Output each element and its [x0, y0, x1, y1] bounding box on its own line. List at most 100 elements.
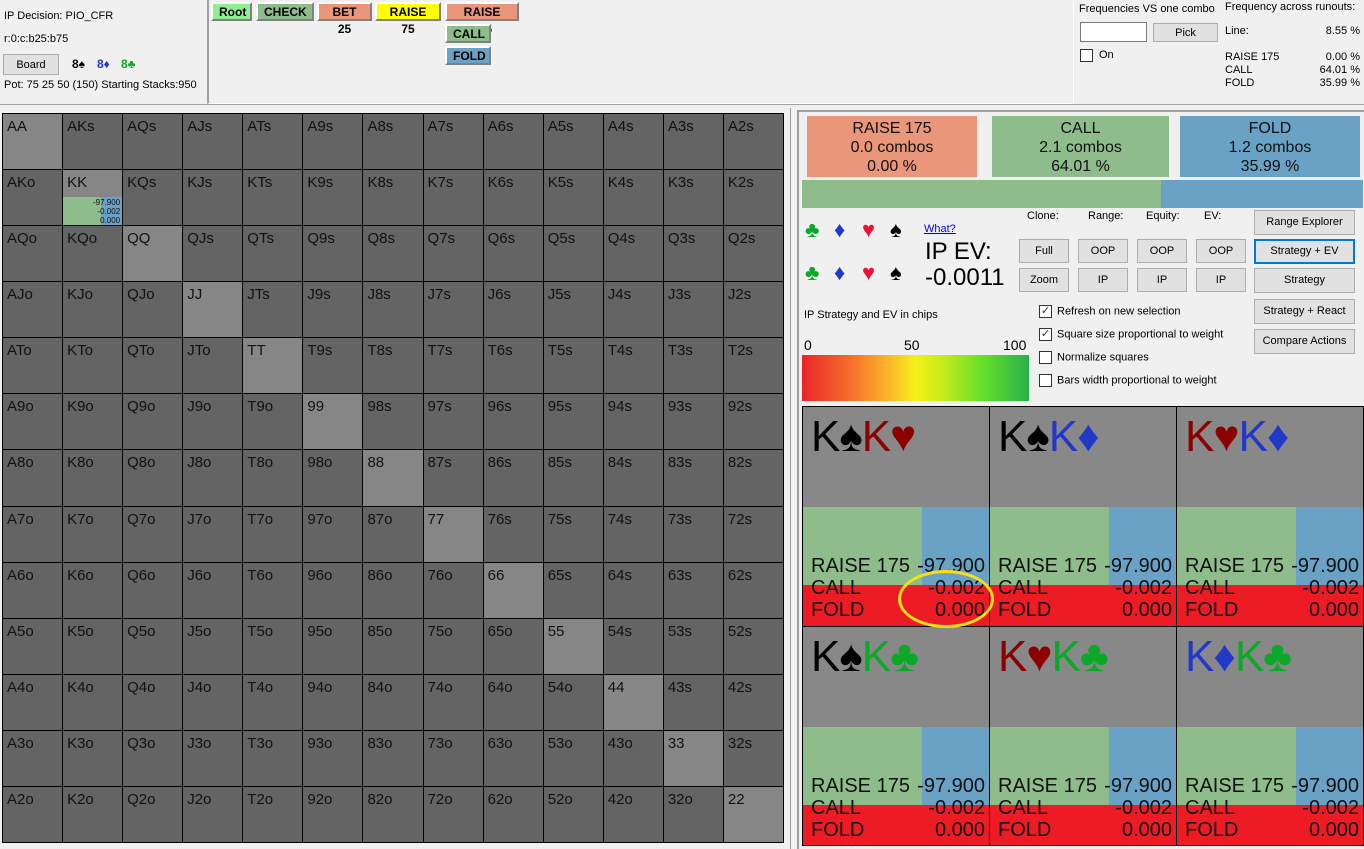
hand-cell-73s[interactable]: 73s: [663, 506, 723, 562]
hand-cell-kk[interactable]: KK -97.900 -0.002 0.000: [63, 170, 123, 226]
hand-cell-kts[interactable]: KTs: [243, 170, 303, 226]
hand-cell-a9o[interactable]: A9o: [3, 394, 63, 450]
hand-cell-t5s[interactable]: T5s: [543, 338, 603, 394]
hand-cell-kqo[interactable]: KQo: [63, 226, 123, 282]
hand-cell-93o[interactable]: 93o: [303, 730, 363, 786]
hand-cell-q7o[interactable]: Q7o: [123, 506, 183, 562]
hand-cell-ajs[interactable]: AJs: [183, 114, 243, 170]
hand-cell-a3s[interactable]: A3s: [663, 114, 723, 170]
tree-node-raise-175[interactable]: RAISE 175: [445, 2, 519, 36]
hand-cell-97s[interactable]: 97s: [423, 394, 483, 450]
hand-cell-83o[interactable]: 83o: [363, 730, 423, 786]
hand-cell-j2s[interactable]: J2s: [723, 282, 783, 338]
hand-cell-95s[interactable]: 95s: [543, 394, 603, 450]
hand-cell-q9o[interactable]: Q9o: [123, 394, 183, 450]
hand-cell-j3o[interactable]: J3o: [183, 730, 243, 786]
hand-cell-q8s[interactable]: Q8s: [363, 226, 423, 282]
normalize-checkbox[interactable]: [1039, 351, 1052, 364]
hand-cell-86s[interactable]: 86s: [483, 450, 543, 506]
hand-cell-53s[interactable]: 53s: [663, 618, 723, 674]
hand-cell-88[interactable]: 88: [363, 450, 423, 506]
hand-cell-k8o[interactable]: K8o: [63, 450, 123, 506]
hand-cell-76s[interactable]: 76s: [483, 506, 543, 562]
hand-cell-j6s[interactable]: J6s: [483, 282, 543, 338]
diamond-filter-icon[interactable]: ♦: [834, 262, 845, 284]
hand-cell-62o[interactable]: 62o: [483, 786, 543, 842]
hand-cell-k4o[interactable]: K4o: [63, 674, 123, 730]
hand-cell-j3s[interactable]: J3s: [663, 282, 723, 338]
hand-cell-t9s[interactable]: T9s: [303, 338, 363, 394]
hand-cell-42s[interactable]: 42s: [723, 674, 783, 730]
hand-cell-qjs[interactable]: QJs: [183, 226, 243, 282]
hand-cell-84s[interactable]: 84s: [603, 450, 663, 506]
hand-cell-95o[interactable]: 95o: [303, 618, 363, 674]
hand-cell-t3o[interactable]: T3o: [243, 730, 303, 786]
hand-cell-53o[interactable]: 53o: [543, 730, 603, 786]
what-link[interactable]: What?: [924, 223, 956, 235]
hand-cell-aa[interactable]: AA: [3, 114, 63, 170]
hand-cell-qq[interactable]: QQ: [123, 226, 183, 282]
equity-ip-button[interactable]: IP: [1137, 268, 1187, 292]
square-size-checkbox[interactable]: ✓: [1039, 328, 1052, 341]
combo-tile[interactable]: K♠K♦ RAISE 175 -97.900 CALL -0.002 FOLD 0.000: [990, 407, 1176, 626]
hand-cell-83s[interactable]: 83s: [663, 450, 723, 506]
hand-cell-76o[interactable]: 76o: [423, 562, 483, 618]
club-filter-icon[interactable]: ♣: [805, 219, 819, 241]
hand-cell-77[interactable]: 77: [423, 506, 483, 562]
bars-width-checkbox[interactable]: [1039, 374, 1052, 387]
hand-cell-a7o[interactable]: A7o: [3, 506, 63, 562]
hand-cell-87s[interactable]: 87s: [423, 450, 483, 506]
clone-full-button[interactable]: Full: [1019, 239, 1069, 263]
hand-cell-75o[interactable]: 75o: [423, 618, 483, 674]
ev-oop-button[interactable]: OOP: [1196, 239, 1246, 263]
normalize-checkbox-row[interactable]: Normalize squares: [1039, 351, 1149, 364]
hand-cell-tt[interactable]: TT: [243, 338, 303, 394]
hand-cell-jj[interactable]: JJ: [183, 282, 243, 338]
hand-cell-72s[interactable]: 72s: [723, 506, 783, 562]
board-button[interactable]: Board: [3, 54, 59, 75]
hand-cell-73o[interactable]: 73o: [423, 730, 483, 786]
tree-node-raise-75[interactable]: RAISE 75: [375, 2, 441, 36]
hand-cell-ats[interactable]: ATs: [243, 114, 303, 170]
hand-cell-a7s[interactable]: A7s: [423, 114, 483, 170]
hand-cell-q4s[interactable]: Q4s: [603, 226, 663, 282]
hand-cell-j7o[interactable]: J7o: [183, 506, 243, 562]
pick-button[interactable]: Pick: [1153, 23, 1218, 42]
refresh-checkbox-row[interactable]: ✓ Refresh on new selection: [1039, 305, 1181, 318]
refresh-checkbox[interactable]: ✓: [1039, 305, 1052, 318]
hand-cell-a6o[interactable]: A6o: [3, 562, 63, 618]
heart-filter-icon[interactable]: ♥: [862, 219, 875, 241]
hand-cell-j5o[interactable]: J5o: [183, 618, 243, 674]
hand-cell-j6o[interactable]: J6o: [183, 562, 243, 618]
hand-cell-qto[interactable]: QTo: [123, 338, 183, 394]
hand-cell-98s[interactable]: 98s: [363, 394, 423, 450]
hand-cell-98o[interactable]: 98o: [303, 450, 363, 506]
hand-cell-q6s[interactable]: Q6s: [483, 226, 543, 282]
hand-cell-q5o[interactable]: Q5o: [123, 618, 183, 674]
spade-filter-icon[interactable]: ♠: [890, 262, 902, 284]
combo-tile[interactable]: K♦K♣ RAISE 175 -97.900 CALL -0.002 FOLD 0.000: [1177, 626, 1363, 845]
hand-cell-a2o[interactable]: A2o: [3, 786, 63, 842]
hand-cell-64o[interactable]: 64o: [483, 674, 543, 730]
hand-cell-t3s[interactable]: T3s: [663, 338, 723, 394]
hand-cell-42o[interactable]: 42o: [603, 786, 663, 842]
hand-cell-q7s[interactable]: Q7s: [423, 226, 483, 282]
hand-cell-t8s[interactable]: T8s: [363, 338, 423, 394]
hand-cell-jts[interactable]: JTs: [243, 282, 303, 338]
hand-cell-kjo[interactable]: KJo: [63, 282, 123, 338]
hand-cell-kjs[interactable]: KJs: [183, 170, 243, 226]
clone-zoom-button[interactable]: Zoom: [1019, 268, 1069, 292]
hand-cell-k6s[interactable]: K6s: [483, 170, 543, 226]
tree-node-root[interactable]: Root: [211, 2, 252, 21]
hand-cell-82o[interactable]: 82o: [363, 786, 423, 842]
hand-cell-72o[interactable]: 72o: [423, 786, 483, 842]
hand-cell-q8o[interactable]: Q8o: [123, 450, 183, 506]
hand-cell-j5s[interactable]: J5s: [543, 282, 603, 338]
hand-cell-a9s[interactable]: A9s: [303, 114, 363, 170]
hand-cell-a3o[interactable]: A3o: [3, 730, 63, 786]
hand-cell-74o[interactable]: 74o: [423, 674, 483, 730]
combo-tile[interactable]: K♥K♣ RAISE 175 -97.900 CALL -0.002 FOLD 0.000: [990, 626, 1176, 845]
hand-cell-j7s[interactable]: J7s: [423, 282, 483, 338]
hand-cell-96o[interactable]: 96o: [303, 562, 363, 618]
strategy-react-button[interactable]: Strategy + React: [1254, 299, 1355, 324]
